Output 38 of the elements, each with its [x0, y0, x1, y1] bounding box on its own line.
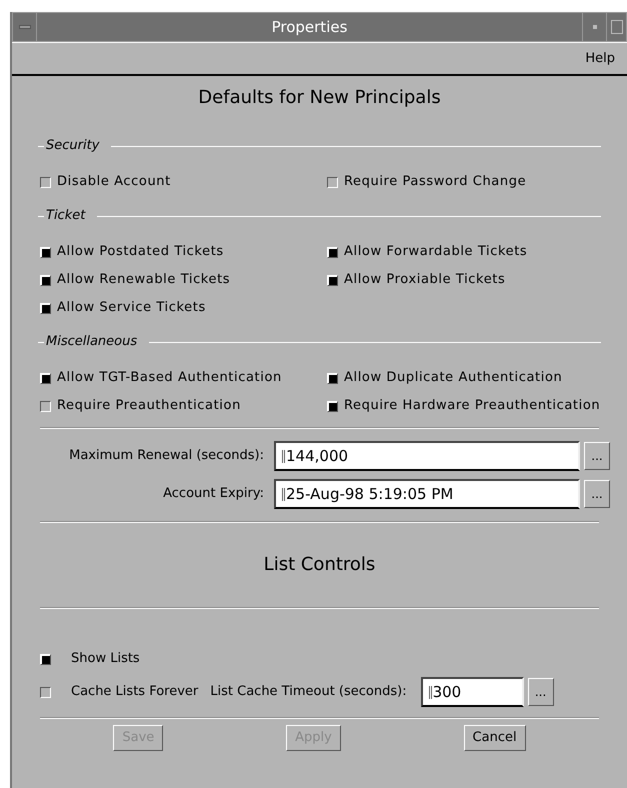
- text-cursor-icon: [428, 686, 432, 698]
- maximize-icon[interactable]: [606, 13, 626, 41]
- field-label: Maximum Renewal (seconds):: [68, 447, 265, 466]
- checkbox-label: Require Hardware Preauthentication: [344, 397, 600, 416]
- checkbox-label: Show Lists: [71, 650, 140, 668]
- field-label: Account Expiry:: [162, 485, 265, 504]
- field-label: List Cache Timeout (seconds):: [210, 683, 407, 702]
- text-cursor-icon: [282, 488, 285, 500]
- checkbox-label: Allow TGT-Based Authentication: [57, 369, 282, 388]
- dialog-button[interactable]: Cancel: [464, 725, 526, 751]
- browse-button[interactable]: ...: [584, 442, 610, 470]
- window-title: Properties: [270, 17, 348, 38]
- group-title: Ticket: [46, 207, 86, 226]
- section-heading: Defaults for New Principals: [197, 86, 442, 110]
- checkbox-label: Allow Forwardable Tickets: [344, 243, 528, 262]
- text-field[interactable]: 144,000: [274, 441, 580, 471]
- checkbox[interactable]: [40, 686, 51, 698]
- text-field[interactable]: 300: [420, 677, 524, 707]
- checkbox-label: Disable Account: [57, 173, 171, 192]
- menu-item[interactable]: Help: [585, 48, 615, 68]
- browse-button[interactable]: ...: [584, 480, 610, 508]
- text-cursor-icon: [282, 450, 285, 462]
- checkbox-label: Require Password Change: [344, 173, 526, 192]
- checkbox-label: Allow Postdated Tickets: [57, 243, 224, 262]
- checkbox-label: Allow Renewable Tickets: [57, 271, 230, 290]
- text-field[interactable]: 25-Aug-98 5:19:05 PM: [274, 479, 580, 509]
- checkbox[interactable]: [40, 176, 51, 188]
- group-title: Security: [46, 137, 100, 156]
- checkbox-label: Allow Proxiable Tickets: [344, 271, 506, 290]
- checkbox-label: Require Preauthentication: [57, 397, 241, 416]
- section-heading: List Controls: [262, 553, 376, 577]
- checkbox-label: Allow Service Tickets: [57, 299, 206, 318]
- checkbox-label: Cache Lists Forever: [71, 683, 198, 702]
- checkbox[interactable]: [40, 400, 51, 412]
- checkbox[interactable]: [327, 176, 338, 188]
- group-title: Miscellaneous: [46, 333, 138, 352]
- browse-button[interactable]: ...: [528, 678, 554, 706]
- checkbox-label: Allow Duplicate Authentication: [344, 369, 562, 388]
